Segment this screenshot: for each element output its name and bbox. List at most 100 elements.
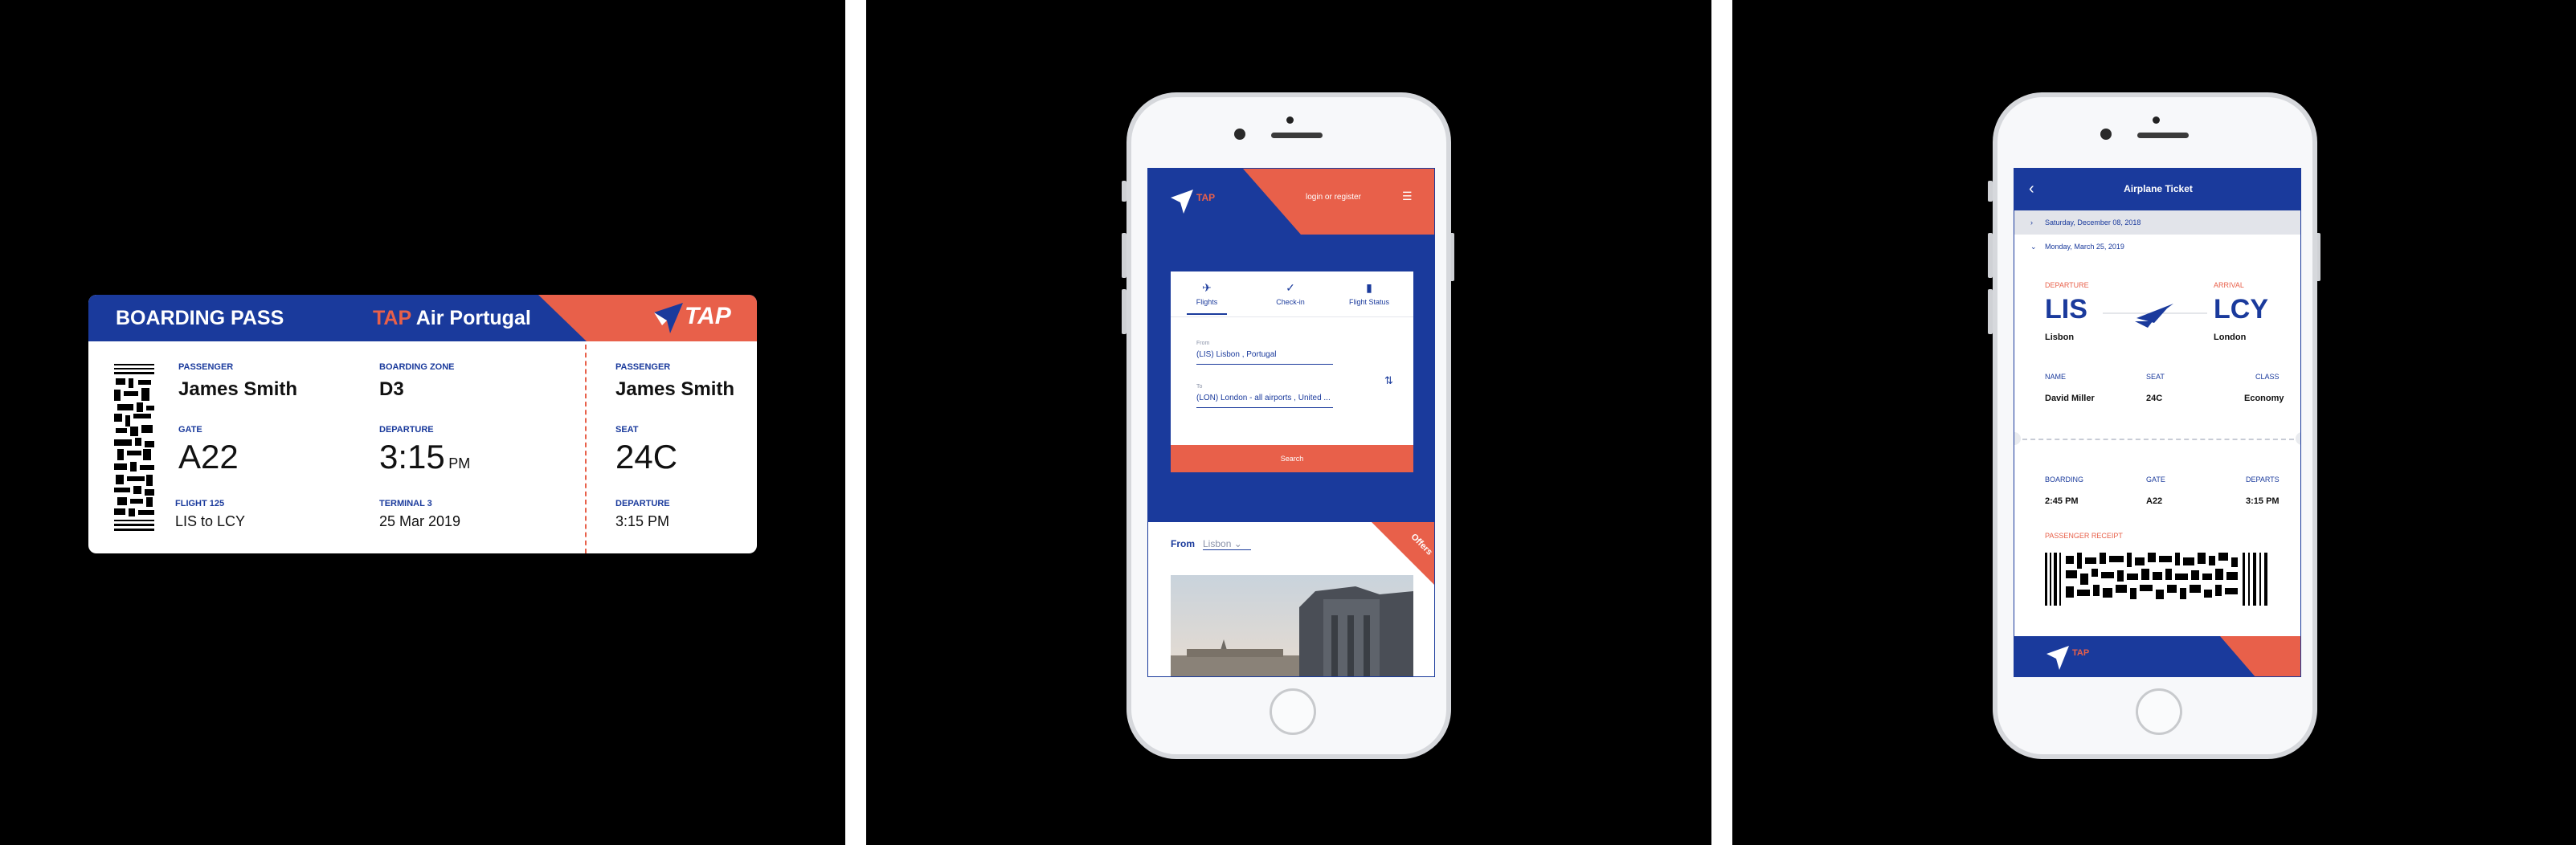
destination-city: London	[2214, 333, 2247, 342]
boarding-pass-panel: BOARDING PASS TAP Air Portugal TAP PASSE…	[0, 0, 845, 845]
boarding-pass-header: BOARDING PASS TAP Air Portugal TAP	[88, 295, 757, 341]
from-city-select[interactable]: Lisbon ⌄	[1203, 538, 1251, 550]
active-tab-indicator	[1187, 313, 1227, 315]
barcode-icon	[2045, 553, 2267, 606]
boarding-pass-title: BOARDING PASS	[116, 307, 284, 329]
chevron-down-icon: ⌄	[1233, 538, 1242, 549]
tap-logo: TAP	[652, 301, 731, 335]
stub-departure-value: 3:15 PM	[615, 513, 670, 529]
flight-path-icon	[2103, 304, 2207, 328]
tab-divider	[1171, 316, 1413, 317]
date-expanded[interactable]: Monday, March 25, 2019	[2045, 243, 2124, 251]
front-camera	[2153, 116, 2160, 124]
ticket-notch-left	[2014, 432, 2021, 445]
gate-label: GATE	[178, 425, 202, 435]
stub-seat-value: 24C	[615, 438, 678, 476]
to-field[interactable]: (LON) London - all airports , United ...	[1196, 394, 1333, 408]
ticket-title: Airplane Ticket	[2124, 183, 2193, 194]
date-value: 25 Mar 2019	[379, 513, 461, 529]
tap-logo-icon: TAP	[1171, 190, 1215, 214]
date-row-collapsed[interactable]: › Saturday, December 08, 2018	[2014, 210, 2300, 235]
hamburger-menu-icon[interactable]: ☰	[1402, 190, 1413, 203]
perforation-divider	[585, 345, 587, 553]
departure-label: DEPARTURE	[379, 425, 434, 435]
departure-time: 3:15 PM	[379, 438, 470, 476]
departs-label: DEPARTS	[2246, 476, 2280, 484]
check-circle-icon: ✓	[1286, 281, 1295, 294]
stub-passenger-name: James Smith	[615, 378, 735, 400]
booking-phone-panel: TAP login or register ☰ ✈ Flights ✓ Check-…	[866, 0, 1711, 845]
search-card: ✈ Flights ✓ Check-in ▮ Flight Status From (…	[1171, 271, 1413, 472]
swap-icon[interactable]: ⇅	[1384, 374, 1393, 387]
offers-section: Offers From Lisbon ⌄	[1148, 522, 1434, 676]
gate-value: A22	[178, 438, 239, 476]
tab-flight-status-label: Flight Status	[1348, 298, 1390, 306]
earpiece-speaker	[2137, 133, 2189, 138]
home-button[interactable]	[1270, 688, 1316, 735]
route-value: LIS to LCY	[175, 513, 246, 529]
departure-label: DEPARTURE	[2045, 281, 2089, 289]
stub-passenger-label: PASSENGER	[615, 362, 671, 372]
passenger-name: James Smith	[178, 378, 298, 400]
stub-departure-label: DEPARTURE	[615, 499, 670, 508]
tap-logo-icon: TAP	[2046, 646, 2089, 670]
proximity-sensor	[1234, 129, 1245, 140]
departure-ampm: PM	[448, 455, 471, 471]
terminal-label: TERMINAL 3	[379, 499, 432, 508]
status-bars-icon: ▮	[1366, 281, 1372, 294]
origin-code: LIS	[2045, 294, 2087, 325]
boarding-zone-label: BOARDING ZONE	[379, 362, 455, 372]
login-register-link[interactable]: login or register	[1306, 193, 1361, 202]
passenger-name: David Miller	[2045, 394, 2095, 403]
boarding-pass-card: BOARDING PASS TAP Air Portugal TAP PASSE…	[88, 295, 757, 553]
booking-screen: TAP login or register ☰ ✈ Flights ✓ Check-…	[1147, 168, 1435, 677]
destination-code: LCY	[2214, 294, 2268, 325]
from-field[interactable]: (LIS) Lisbon , Portugal	[1196, 350, 1333, 365]
boarding-label: BOARDING	[2045, 476, 2084, 484]
ticket-phone-panel: ‹ Airplane Ticket › Saturday, December 0…	[1732, 0, 2576, 845]
class-label: CLASS	[2255, 373, 2280, 381]
airline-rest: Air Portugal	[411, 307, 531, 329]
to-field-label: To	[1196, 384, 1203, 390]
class-value: Economy	[2244, 394, 2284, 403]
search-button[interactable]: Search	[1171, 445, 1413, 472]
tap-logo-text: TAP	[685, 303, 731, 329]
boarding-zone-value: D3	[379, 378, 404, 400]
tab-flights[interactable]: ✈ Flights	[1171, 281, 1243, 306]
boarding-time: 2:45 PM	[2045, 496, 2079, 506]
ticket-screen: ‹ Airplane Ticket › Saturday, December 0…	[2014, 168, 2301, 677]
passenger-label: PASSENGER	[178, 362, 234, 372]
ticket-notch-right	[2296, 432, 2300, 445]
seat-label: SEAT	[2146, 373, 2165, 381]
arrival-label: ARRIVAL	[2214, 281, 2244, 289]
chevron-down-icon[interactable]: ⌄	[2030, 243, 2037, 251]
front-camera	[1286, 116, 1294, 124]
tab-check-in[interactable]: ✓ Check-in	[1254, 281, 1327, 306]
tap-logo-text: TAP	[1196, 192, 1215, 203]
ticket-header: ‹ Airplane Ticket	[2014, 169, 2300, 210]
stub-seat-label: SEAT	[615, 425, 639, 435]
from-heading: From	[1171, 538, 1195, 549]
proximity-sensor	[2100, 129, 2112, 140]
plane-icon: ✈	[1202, 281, 1212, 294]
footer-logo-text: TAP	[2072, 648, 2089, 658]
tab-flight-status[interactable]: ▮ Flight Status	[1333, 281, 1405, 306]
date-collapsed: Saturday, December 08, 2018	[2045, 218, 2141, 227]
ticket-tear-line	[2022, 439, 2294, 440]
tap-plane-icon	[654, 303, 683, 333]
tab-flights-label: Flights	[1196, 298, 1218, 306]
tab-check-in-label: Check-in	[1276, 298, 1305, 306]
departure-time-value: 3:15	[379, 438, 445, 476]
phone-frame: TAP login or register ☰ ✈ Flights ✓ Check-…	[1126, 92, 1451, 759]
earpiece-speaker	[1271, 133, 1323, 138]
flight-label: FLIGHT 125	[175, 499, 225, 508]
barcode-icon	[114, 364, 154, 531]
airline-tap: TAP	[373, 307, 411, 329]
passenger-receipt-label: PASSENGER RECEIPT	[2045, 532, 2123, 540]
chevron-right-icon: ›	[2030, 218, 2033, 227]
departs-time: 3:15 PM	[2246, 496, 2280, 506]
gate-value: A22	[2146, 496, 2163, 506]
origin-city: Lisbon	[2045, 333, 2075, 342]
gate-label: GATE	[2146, 476, 2165, 484]
home-button[interactable]	[2136, 688, 2182, 735]
